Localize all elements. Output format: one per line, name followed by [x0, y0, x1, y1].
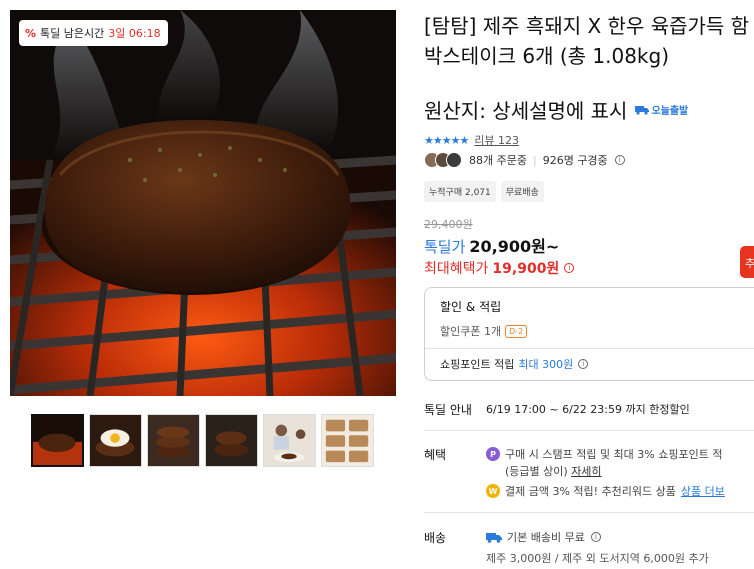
shipping-label: 배송: [424, 531, 447, 545]
max-benefit-price: 19,900원: [492, 261, 560, 277]
max-benefit-row: 최대혜택가 19,900원 i: [424, 258, 575, 278]
coupon-label: 할인쿠폰 1개: [440, 325, 502, 338]
coupon-cta-button[interactable]: 추: [740, 246, 754, 278]
star-rating-icon: ★★★★★: [424, 133, 469, 147]
thumb-grill-patty[interactable]: [31, 414, 84, 467]
more-products-link[interactable]: 상품 더보: [681, 483, 725, 499]
activity-stats: 88개 주문중 | 926명 구경중 i: [424, 152, 625, 168]
orders-count: 88개 주문중: [469, 154, 527, 167]
shipping-fee-row: 기본 배송비 무료 i: [486, 529, 601, 545]
origin-text: 원산지: 상세설명에 표시: [424, 99, 628, 123]
divider: [424, 512, 754, 513]
info-icon[interactable]: i: [614, 155, 625, 165]
dday-badge: D-2: [505, 324, 528, 338]
today-shipping-badge: 오늘출발: [635, 102, 688, 117]
info-icon[interactable]: i: [578, 359, 589, 369]
origin-row: 원산지: 상세설명에 표시 오늘출발: [424, 95, 688, 124]
benefit-reward-text: 결제 금액 3% 적립! 추천리워드 상품: [505, 485, 676, 498]
points-row: 쇼핑포인트 적립 최대 300원 i: [440, 356, 589, 372]
thumb-people-dining[interactable]: [263, 414, 316, 467]
free-shipping-chip: 무료배송: [500, 181, 544, 202]
buyer-avatars: [424, 152, 462, 168]
points-value: 최대 300원: [518, 358, 574, 371]
product-title: [탐탐] 제주 흑돼지 X 한우 육즙가득 함박스테이크 6개 (총 1.08k…: [424, 14, 750, 68]
thumb-packages[interactable]: [321, 414, 374, 467]
details-link[interactable]: 자세히: [571, 465, 601, 478]
thumb-stack-2[interactable]: [205, 414, 258, 467]
max-benefit-label: 최대혜택가: [424, 261, 489, 277]
divider: [425, 348, 754, 349]
divider: |: [532, 153, 537, 167]
deal-price-label: 톡딜가: [424, 238, 466, 256]
info-icon[interactable]: i: [564, 263, 575, 273]
thumbnail-strip: [31, 414, 374, 467]
info-icon[interactable]: i: [590, 532, 601, 542]
deal-timer-value: 3일 06:18: [108, 27, 161, 40]
divider: [424, 430, 754, 431]
benefit-stamp-text: 구매 시 스탬프 적립 및 최대 3% 쇼핑포인트 적: [505, 448, 723, 461]
review-link[interactable]: 리뷰 123: [474, 132, 519, 148]
truck-icon: [635, 105, 650, 115]
deal-price-value: 20,900원~: [469, 237, 560, 256]
coupon-row: 할인쿠폰 1개 D-2: [440, 323, 528, 339]
deal-timer-label: 톡딜 남은시간: [40, 27, 105, 40]
today-shipping-label: 오늘출발: [651, 106, 689, 117]
avatar: [446, 152, 462, 168]
thumb-stack-3[interactable]: [147, 414, 200, 467]
deal-period: 6/19 17:00 ~ 6/22 23:59 까지 한정할인: [486, 403, 690, 416]
benefits-label: 혜택: [424, 448, 447, 462]
shipping-extra-fee: 제주 3,000원 / 제주 외 도서지역 6,000원 추가: [486, 552, 709, 565]
deal-timer-badge: % 톡딜 남은시간 3일 06:18: [19, 20, 168, 46]
benefit-box-heading: 할인 & 적립: [440, 300, 502, 314]
reward-coin-icon: W: [486, 484, 500, 498]
thumb-patty-egg[interactable]: [89, 414, 142, 467]
benefit-stamp-row: P 구매 시 스탬프 적립 및 최대 3% 쇼핑포인트 적 (등급별 상이) 자…: [486, 446, 722, 480]
deal-info-label: 톡딜 안내: [424, 403, 472, 417]
main-product-image[interactable]: % 톡딜 남은시간 3일 06:18: [10, 10, 396, 396]
percent-icon: %: [25, 26, 37, 40]
point-coin-icon: P: [486, 447, 500, 461]
shipping-fee-text: 기본 배송비 무료: [507, 531, 585, 544]
product-chips: 누적구매 2,071 무료배송: [424, 181, 544, 202]
benefit-reward-row: W 결제 금액 3% 적립! 추천리워드 상품 상품 더보: [486, 483, 725, 499]
cumulative-purchase-chip: 누적구매 2,071: [424, 181, 496, 202]
rating-row: ★★★★★ 리뷰 123: [424, 132, 519, 148]
original-price: 29,400원: [424, 218, 473, 231]
viewers-count: 926명 구경중: [542, 154, 608, 167]
truck-icon: [486, 532, 502, 543]
benefit-stamp-note: (등급별 상이): [505, 465, 568, 478]
points-label: 쇼핑포인트 적립: [440, 358, 515, 371]
grilled-patty-photo: [10, 10, 396, 396]
deal-price-row: 톡딜가 20,900원~: [424, 233, 559, 257]
discount-benefit-box[interactable]: 할인 & 적립 할인쿠폰 1개 D-2 쇼핑포인트 적립 최대 300원 i: [424, 287, 754, 381]
